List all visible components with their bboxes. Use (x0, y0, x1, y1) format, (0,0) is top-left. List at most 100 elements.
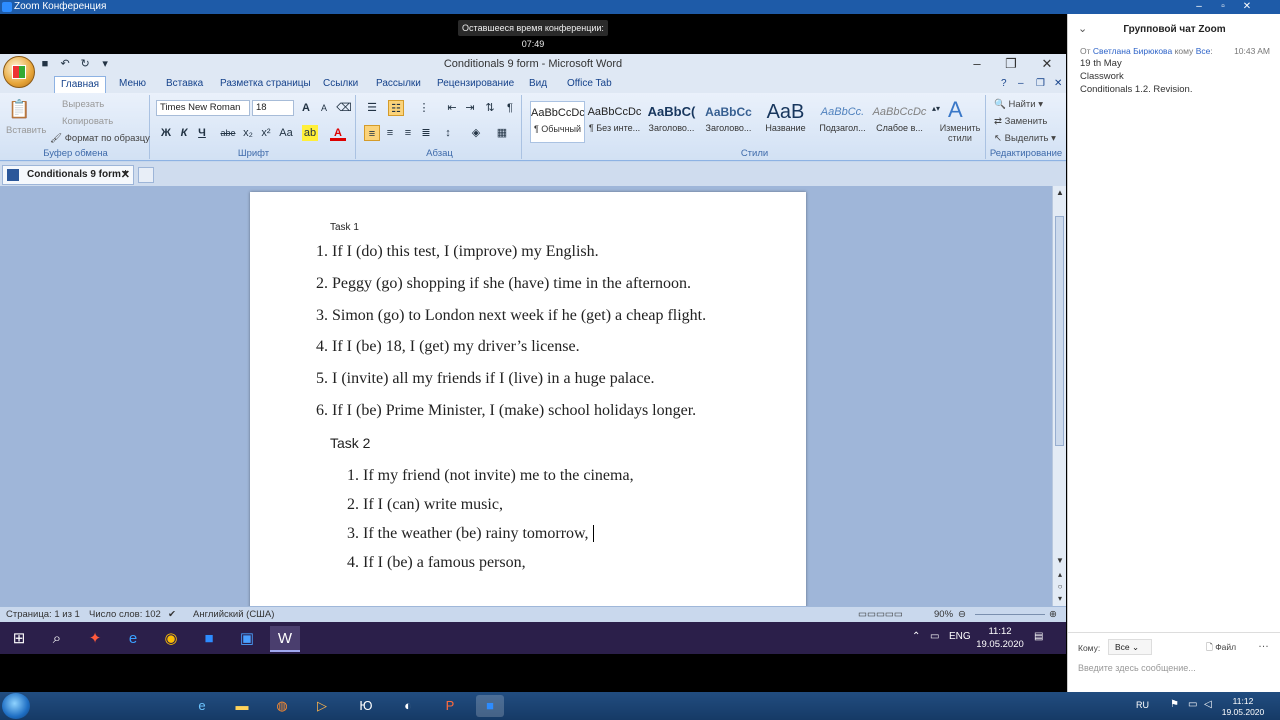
tab-office-tab[interactable]: Office Tab (567, 78, 612, 89)
zoom-task-icon[interactable]: ■ (476, 695, 504, 717)
style-title[interactable]: AaB Название (758, 101, 813, 143)
bullets-icon[interactable]: ☰ (364, 100, 380, 116)
cut-button[interactable]: Вырезать (62, 99, 104, 110)
style-subtle-emphasis[interactable]: AaBbCcDc Слабое в... (872, 101, 927, 143)
align-right-icon[interactable]: ≡ (400, 125, 416, 141)
tab-view[interactable]: Вид (529, 78, 547, 89)
change-styles-button[interactable]: Изменить стили (938, 123, 982, 143)
strikethrough-button[interactable]: abe (220, 125, 236, 141)
minimize-icon[interactable]: – (1188, 0, 1210, 13)
tab-home[interactable]: Главная (54, 76, 107, 94)
increase-indent-icon[interactable]: ⇥ (462, 100, 478, 116)
maximize-icon[interactable]: ▫ (1212, 0, 1234, 13)
browse-object-icon[interactable]: ○ (1055, 582, 1065, 592)
media-player-icon[interactable]: ▷ (308, 695, 336, 717)
start-orb-icon[interactable] (2, 693, 30, 719)
help-icon[interactable]: ? (1001, 78, 1007, 89)
app-yu-icon[interactable]: Ю (352, 695, 380, 717)
view-buttons[interactable]: ▭▭▭▭▭ (858, 609, 903, 620)
document-page[interactable]: Task 1 1. If I (do) this test, I (improv… (250, 192, 806, 606)
style-heading2[interactable]: AaBbCc Заголово... (701, 101, 756, 143)
ribbon-minimize-icon[interactable]: – (1018, 78, 1024, 89)
paste-icon[interactable]: 📋 (8, 99, 30, 120)
multilevel-list-icon[interactable]: ⋮ (416, 100, 432, 116)
find-button[interactable]: 🔍 Найти ▾ (994, 99, 1043, 110)
app-icon[interactable]: ✦ (80, 626, 110, 652)
subscript-button[interactable]: x₂ (240, 125, 256, 141)
notifications-icon[interactable]: ▤ (1034, 631, 1043, 642)
document-tab[interactable]: Conditionals 9 form * ✕ (2, 165, 134, 185)
network-icon[interactable]: ▭ (930, 631, 939, 642)
language[interactable]: Английский (США) (193, 609, 274, 620)
line-spacing-icon[interactable]: ↕ (440, 125, 456, 141)
edge-icon[interactable]: e (118, 626, 148, 652)
vertical-scrollbar[interactable]: ▲ ▼ ▴ ○ ▾ (1052, 186, 1066, 606)
scroll-thumb[interactable] (1055, 216, 1064, 446)
numbering-icon[interactable]: ☷ (388, 100, 404, 116)
search-icon[interactable]: ⌕ (42, 626, 72, 652)
input-language[interactable]: ENG (949, 631, 971, 642)
style-heading1[interactable]: AaBbC( Заголово... (644, 101, 699, 143)
copy-button[interactable]: Копировать (62, 116, 113, 127)
scroll-down-icon[interactable]: ▼ (1055, 556, 1065, 566)
decrease-indent-icon[interactable]: ⇤ (444, 100, 460, 116)
close-icon[interactable]: ✕ (1236, 0, 1258, 13)
spellcheck-icon[interactable]: ✔ (168, 609, 176, 620)
zoom-slider[interactable] (975, 614, 1045, 615)
shading-icon[interactable]: ◈ (468, 125, 484, 141)
underline-button[interactable]: Ч (194, 125, 210, 141)
more-icon[interactable]: … (1258, 638, 1269, 650)
message-input[interactable]: Введите здесь сообщение... (1078, 663, 1268, 673)
clear-format-icon[interactable]: ⌫ (336, 100, 352, 116)
change-styles-icon[interactable]: A (948, 97, 963, 123)
tab-menu[interactable]: Меню (119, 78, 146, 89)
replace-button[interactable]: ⇄ Заменить (994, 116, 1047, 127)
tab-mailings[interactable]: Рассылки (376, 78, 421, 89)
recipient-select[interactable]: Все ⌄ (1108, 639, 1152, 655)
format-painter-button[interactable]: 🖌 Формат по образцу (50, 133, 150, 144)
remote-clock[interactable]: 11:12 19.05.2020 (972, 625, 1028, 651)
style-normal[interactable]: AaBbCcDc ¶ Обычный (530, 101, 585, 143)
display-icon[interactable]: ▭ (1188, 699, 1197, 710)
local-input-language[interactable]: RU (1136, 700, 1149, 710)
tab-page-layout[interactable]: Разметка страницы (220, 78, 311, 89)
office-button[interactable] (3, 56, 35, 88)
zoom-level[interactable]: 90% (934, 609, 953, 620)
sort-icon[interactable]: ⇅ (482, 100, 498, 116)
change-case-button[interactable]: Aa (278, 125, 294, 141)
select-button[interactable]: ↖ Выделить ▾ (994, 133, 1056, 144)
word-close-icon[interactable]: ✕ (1034, 56, 1060, 72)
word-minimize-icon[interactable]: – (964, 56, 990, 72)
font-color-icon[interactable]: A (330, 125, 346, 141)
font-name-select[interactable]: Times New Roman (156, 100, 250, 116)
volume-icon[interactable]: ◁ (1204, 699, 1212, 710)
grow-font-icon[interactable]: A (298, 100, 314, 116)
zoom-out-icon[interactable]: ⊖ (958, 609, 966, 620)
word-restore-icon[interactable]: ❐ (998, 56, 1024, 72)
scroll-up-icon[interactable]: ▲ (1055, 188, 1065, 198)
close-tab-icon[interactable]: ✕ (121, 168, 130, 181)
ribbon-restore-icon[interactable]: ❐ (1036, 78, 1045, 89)
audio-icon[interactable]: ◐ (394, 695, 422, 717)
new-tab-button[interactable] (138, 167, 154, 183)
tab-review[interactable]: Рецензирование (437, 78, 514, 89)
folder-icon[interactable]: ▬ (228, 695, 256, 717)
italic-button[interactable]: К (176, 125, 192, 141)
justify-icon[interactable]: ≣ (418, 125, 434, 141)
superscript-button[interactable]: x² (258, 125, 274, 141)
photos-icon[interactable]: ▣ (232, 626, 262, 652)
powerpoint-icon[interactable]: P (436, 695, 464, 717)
prev-page-icon[interactable]: ▴ (1055, 570, 1065, 580)
shrink-font-icon[interactable]: A (316, 100, 332, 116)
ie-icon[interactable]: e (188, 695, 216, 717)
tab-insert[interactable]: Вставка (166, 78, 203, 89)
tab-references[interactable]: Ссылки (323, 78, 358, 89)
ribbon-close-icon[interactable]: ✕ (1054, 78, 1062, 89)
font-size-select[interactable]: 18 (252, 100, 294, 116)
align-left-icon[interactable]: ≡ (364, 125, 380, 141)
paste-button[interactable]: Вставить (6, 125, 46, 136)
zoom-in-icon[interactable]: ⊕ (1049, 609, 1057, 620)
show-marks-icon[interactable]: ¶ (502, 100, 518, 116)
local-clock[interactable]: 11:12 19.05.2020 (1214, 696, 1272, 718)
highlight-icon[interactable]: ab (302, 125, 318, 141)
